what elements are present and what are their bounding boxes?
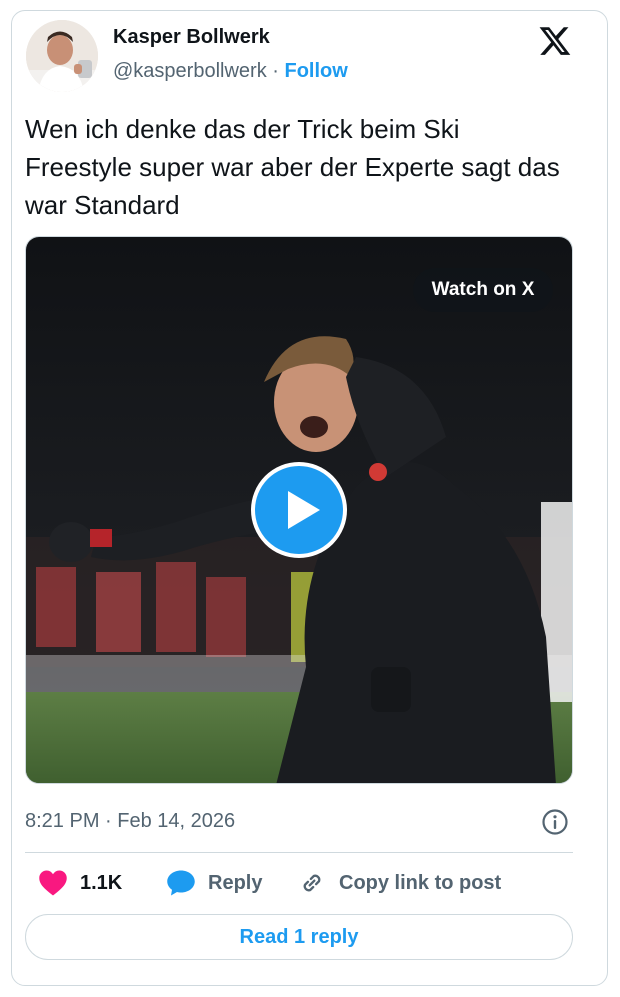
like-button[interactable]: 1.1K [38,868,122,898]
avatar[interactable] [26,20,98,92]
tweet-text: Wen ich denke das der Trick beim Ski Fre… [25,114,560,220]
reply-label: Reply [208,871,263,894]
reply-button[interactable]: Reply [166,868,262,898]
x-logo-icon[interactable] [537,24,573,58]
timestamp[interactable]: 8:21 PM · Feb 14, 2026 [25,810,235,833]
copy-link-button[interactable]: Copy link to post [297,868,501,898]
author-handle-row: @kasperbollwerk · Follow [113,60,348,83]
link-icon [303,874,321,892]
play-icon[interactable] [250,461,348,559]
like-count: 1.1K [80,871,123,894]
heart-icon [39,870,67,896]
author-name[interactable]: Kasper Bollwerk [113,26,270,49]
watch-on-x-button[interactable]: Watch on X [413,268,553,312]
follow-button[interactable]: Follow [285,60,348,82]
author-handle[interactable]: @kasperbollwerk [113,60,267,82]
speech-bubble-icon [167,870,195,896]
separator-dot: · [272,60,279,82]
divider [25,852,573,853]
info-icon[interactable] [541,808,569,836]
copy-link-label: Copy link to post [339,871,502,894]
read-replies-button[interactable]: Read 1 reply [25,914,573,960]
